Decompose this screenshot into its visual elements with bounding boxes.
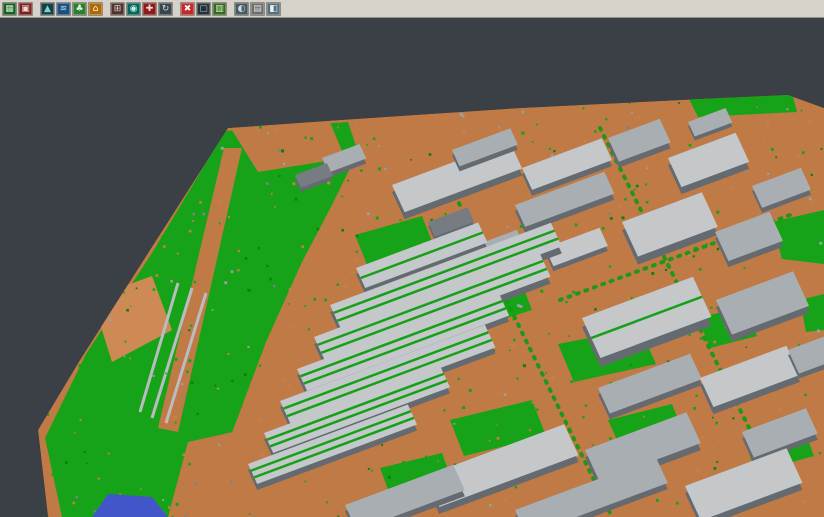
grid-icon[interactable]: ⊞ [110, 2, 125, 16]
viewport-3d[interactable] [0, 0, 824, 517]
globe-icon[interactable]: ◐ [234, 2, 249, 16]
open-project-icon[interactable]: ▦ [2, 2, 17, 16]
mesh-icon[interactable]: ▥ [212, 2, 227, 16]
frame-icon[interactable]: ▢ [196, 2, 211, 16]
scene-svg [0, 0, 824, 517]
snapshot-icon[interactable]: ◧ [266, 2, 281, 16]
terrain-view-icon[interactable]: ▲ [40, 2, 55, 16]
measure-icon[interactable]: ✚ [142, 2, 157, 16]
buildings-layer-icon[interactable]: ⌂ [88, 2, 103, 16]
save-icon[interactable]: ▣ [18, 2, 33, 16]
vegetation-layer-icon[interactable]: ♣ [72, 2, 87, 16]
rotate-view-icon[interactable]: ↻ [158, 2, 173, 16]
main-toolbar: ▦▣ ▲≋♣⌂ ⊞◉✚↻ ✖▢▥ ◐▤◧ [0, 0, 824, 18]
water-layer-icon[interactable]: ≋ [56, 2, 71, 16]
texture-icon[interactable]: ▤ [250, 2, 265, 16]
classification-icon[interactable]: ◉ [126, 2, 141, 16]
delete-icon[interactable]: ✖ [180, 2, 195, 16]
